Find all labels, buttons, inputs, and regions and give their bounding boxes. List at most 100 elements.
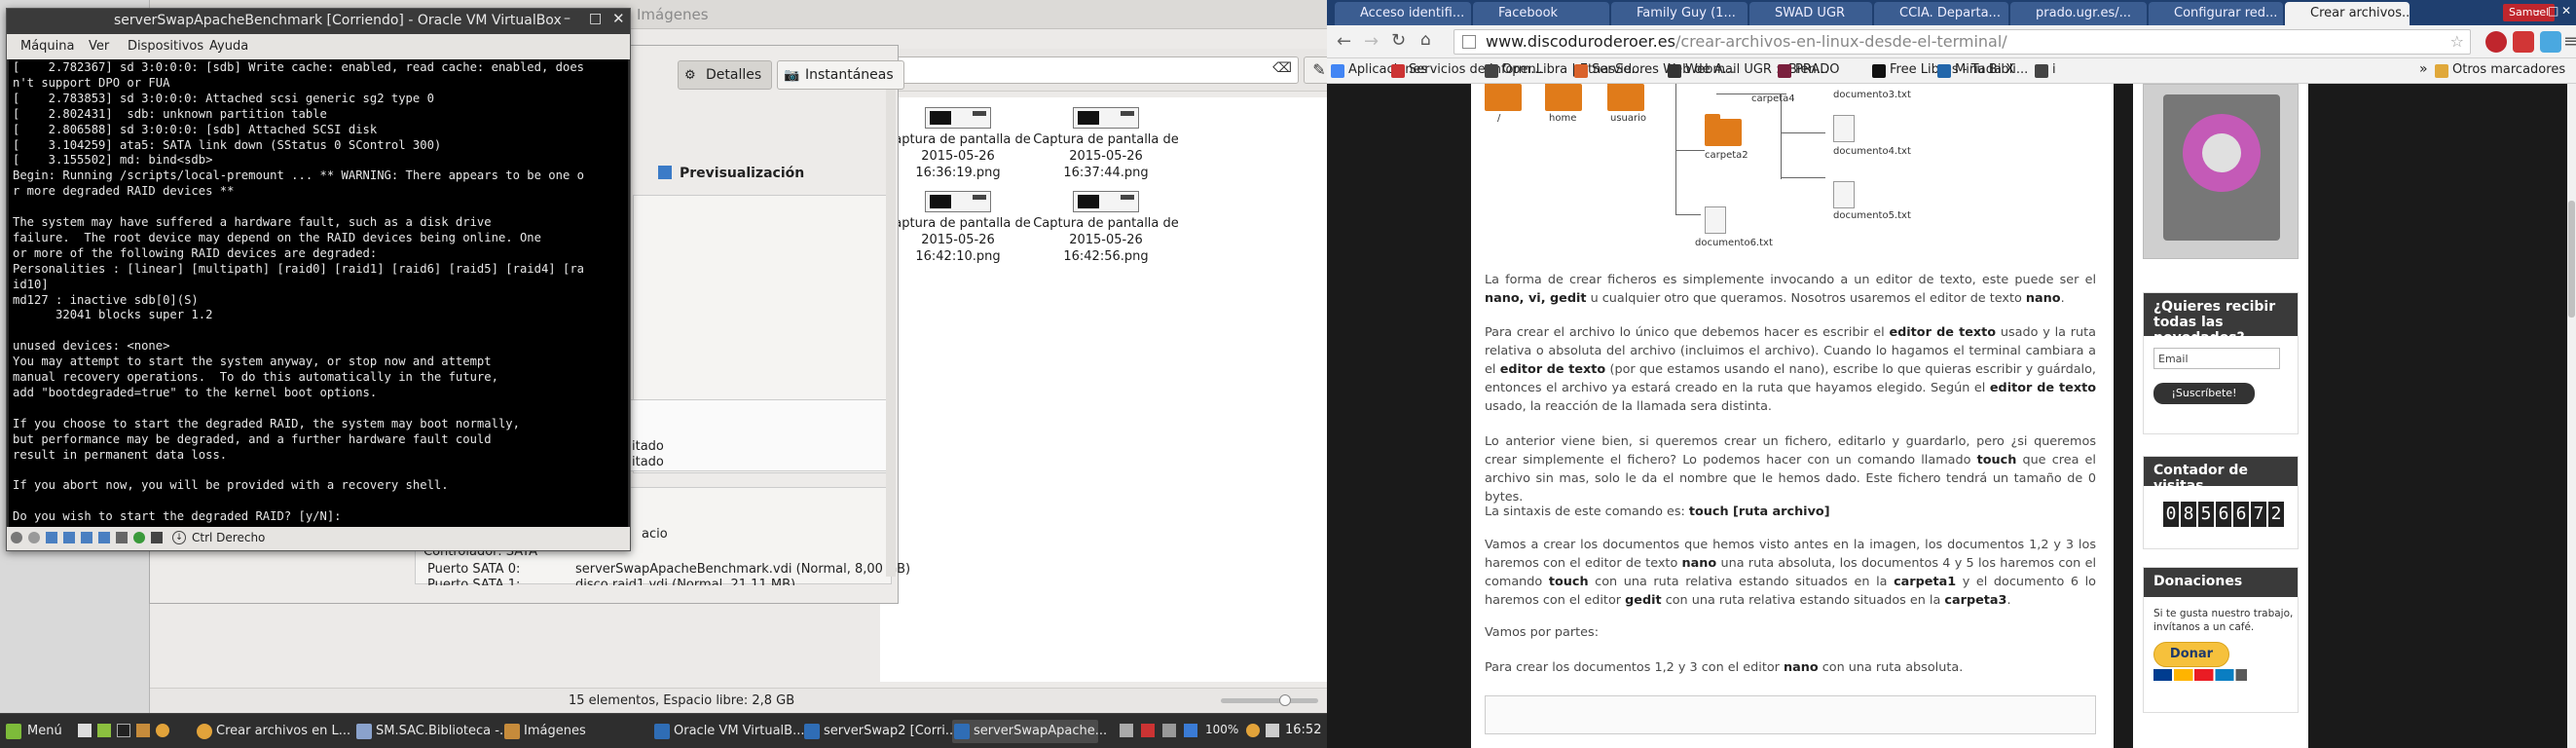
bookmark-item[interactable]: PRADO xyxy=(1778,62,1839,78)
minimize-icon[interactable]: – xyxy=(564,11,570,26)
console-icon[interactable] xyxy=(117,724,130,737)
taskbar-item[interactable]: Oracle VM VirtualB... xyxy=(652,720,804,743)
bookmarks-bar: Aplicaciones Servicios de Inform... OpenLi… xyxy=(1327,58,2576,84)
console-line: Do you wish to start the degraded RAID? … xyxy=(13,509,342,524)
vm-titlebar[interactable]: serverSwapApacheBenchmark [Corriendo] - … xyxy=(7,9,630,34)
terminal-icon[interactable] xyxy=(97,724,111,737)
counter-digit: 8 xyxy=(2181,502,2196,527)
folder-label: usuario xyxy=(1610,113,1647,124)
tray-icon[interactable] xyxy=(1120,724,1133,737)
close-icon[interactable]: ✕ xyxy=(2561,4,2571,18)
chrome-icon[interactable] xyxy=(156,724,169,737)
email-field[interactable]: Email xyxy=(2153,348,2280,369)
file-label: documento5.txt xyxy=(1833,210,1911,221)
taskbar-item[interactable]: Imágenes xyxy=(502,720,648,743)
browser-tab[interactable]: Family Guy (1... xyxy=(1611,2,1748,25)
mouse-icon[interactable] xyxy=(151,532,163,543)
widget-title: Donaciones xyxy=(2144,568,2298,597)
tray-icon[interactable] xyxy=(1162,724,1176,737)
file-item[interactable]: Captura de pantalla de 2015-05-26 16:42:… xyxy=(1028,191,1184,265)
bluetooth-icon[interactable] xyxy=(1184,724,1197,737)
taskbar-item[interactable]: serverSwap2 [Corri... xyxy=(802,720,957,743)
app-icon xyxy=(356,724,372,739)
files-icon[interactable] xyxy=(136,724,150,737)
menu-item[interactable]: Dispositivos xyxy=(128,39,203,54)
display-icon[interactable] xyxy=(98,532,110,543)
forward-icon[interactable]: → xyxy=(1364,31,1379,52)
tree-line xyxy=(1781,177,1825,178)
close-icon[interactable]: ✕ xyxy=(612,10,625,27)
path-bar[interactable]: ⌫ xyxy=(878,56,1299,84)
document-icon xyxy=(1833,181,1855,208)
scrollbar[interactable] xyxy=(886,90,896,577)
document-icon xyxy=(1705,206,1726,234)
star-icon[interactable]: ☆ xyxy=(2450,30,2464,54)
menu-item[interactable]: Ayuda xyxy=(209,39,248,54)
subscribe-button[interactable]: ¡Suscríbete! xyxy=(2153,383,2255,404)
tab-active[interactable]: Crear archivos... xyxy=(2285,2,2410,25)
bookmark-item[interactable]: Miriada X xyxy=(1937,62,2014,78)
browser-tab[interactable]: CCIA. Departa... xyxy=(1874,2,2008,25)
zoom-slider[interactable] xyxy=(1221,694,1318,706)
adblock-icon[interactable] xyxy=(2485,31,2507,53)
file-item[interactable]: Captura de pantalla de 2015-05-26 16:42:… xyxy=(880,191,1036,265)
usb-icon[interactable] xyxy=(46,532,57,543)
console-line: Begin: Running /scripts/local-premount .… xyxy=(13,168,584,183)
menu-item[interactable]: Máquina xyxy=(20,39,75,54)
chrome-tray-icon[interactable] xyxy=(1246,724,1260,737)
bookmark-item[interactable]: i xyxy=(2035,62,2056,78)
clear-icon[interactable]: ⌫ xyxy=(1272,60,1292,76)
browser-tab[interactable]: Facebook xyxy=(1473,2,1609,25)
tab-snapshots[interactable]: 📷 Instantáneas xyxy=(777,60,904,90)
back-icon[interactable]: ← xyxy=(1337,31,1351,52)
zoom-slider-handle[interactable] xyxy=(1279,694,1291,706)
address-bar[interactable]: www.discoduroderoer.es/crear-archivos-en… xyxy=(1454,29,2471,55)
sidebar: ¿Quieres recibir todas las novedades? Em… xyxy=(2133,84,2308,748)
record-icon[interactable] xyxy=(116,532,128,543)
counter-digit: 6 xyxy=(2233,502,2249,527)
browser-tab[interactable]: prado.ugr.es/... xyxy=(2010,2,2147,25)
browser-tab[interactable]: Acceso identifi... xyxy=(1335,2,1471,25)
menu-button[interactable]: Menú xyxy=(4,720,62,743)
scrollbar-thumb[interactable] xyxy=(2568,201,2575,318)
vm-console[interactable]: [ 2.782367] sd 3:0:0:0: [sdb] Write cach… xyxy=(9,59,628,527)
menu-item[interactable]: Ver xyxy=(89,39,109,54)
taskbar-item[interactable]: SM.SAC.Biblioteca -... xyxy=(354,720,511,743)
extension-icon[interactable] xyxy=(2513,31,2534,53)
page-scrollbar[interactable] xyxy=(2567,84,2576,748)
clock[interactable]: 16:52 xyxy=(1285,723,1321,737)
browser-tab[interactable]: SWAD UGR xyxy=(1749,2,1872,25)
battery-label[interactable]: 100% xyxy=(1205,723,1238,736)
file-item[interactable]: Captura de pantalla de 2015-05-26 16:37:… xyxy=(1028,107,1184,181)
folder-label: home xyxy=(1549,113,1577,124)
chevron-right-icon[interactable]: » xyxy=(2419,61,2428,77)
taskbar-item[interactable]: Crear archivos en L... xyxy=(195,720,350,743)
tray-icon[interactable] xyxy=(1141,724,1155,737)
tree-line xyxy=(1675,84,1676,214)
volume-icon[interactable] xyxy=(1266,724,1279,737)
newsletter-widget: ¿Quieres recibir todas las novedades? Em… xyxy=(2143,292,2299,434)
maximize-icon[interactable]: □ xyxy=(589,11,602,26)
donate-button[interactable]: Donar xyxy=(2153,642,2229,667)
extension-icon[interactable] xyxy=(2540,31,2561,53)
maximize-icon[interactable]: □ xyxy=(2548,4,2558,18)
tab-details[interactable]: ⚙ Detalles xyxy=(678,60,773,90)
home-icon[interactable]: ⌂ xyxy=(1420,30,1431,50)
show-desktop-icon[interactable] xyxy=(78,724,92,737)
file-item[interactable]: Captura de pantalla de 2015-05-26 16:36:… xyxy=(880,107,1036,181)
console-line: [ 3.155502] md: bind<sdb> xyxy=(13,153,213,168)
shared-folder-icon[interactable] xyxy=(81,532,92,543)
other-bookmarks[interactable]: Otros marcadores xyxy=(2435,62,2565,78)
menu-icon[interactable]: ≡ xyxy=(2563,31,2576,52)
minimize-icon[interactable]: – xyxy=(2534,4,2540,18)
visit-counter: 0856672 xyxy=(2163,502,2286,527)
cpu-icon[interactable] xyxy=(133,532,145,543)
cd-icon[interactable] xyxy=(28,532,40,543)
taskbar-item-active[interactable]: serverSwapApache... xyxy=(952,720,1107,743)
disk-icon[interactable] xyxy=(11,532,22,543)
network-icon[interactable] xyxy=(63,532,75,543)
page-icon xyxy=(1462,35,1476,49)
browser-tab[interactable]: Configurar red... xyxy=(2149,2,2283,25)
console-line: n't support DPO or FUA xyxy=(13,75,170,90)
reload-icon[interactable]: ↻ xyxy=(1391,30,1406,51)
